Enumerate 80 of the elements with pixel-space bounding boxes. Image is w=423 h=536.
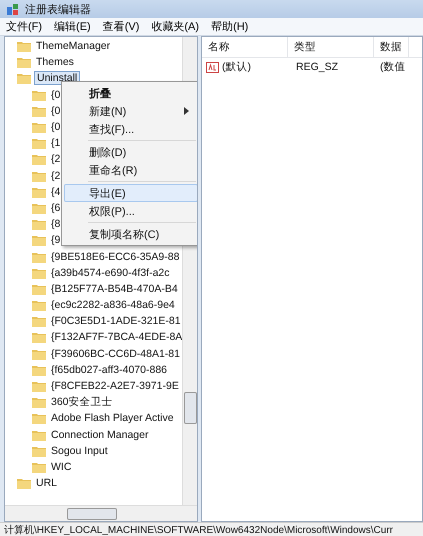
status-bar: 计算机\HKEY_LOCAL_MACHINE\SOFTWARE\Wow6432Node\Microsoft\Windows\Curr [0, 522, 423, 536]
folder-icon [32, 202, 46, 214]
tree-item[interactable]: Sogou Input [32, 442, 110, 459]
tree-item[interactable]: {F132AF7F-7BCA-4EDE-8A [32, 329, 184, 346]
tree-item[interactable]: {0 [32, 86, 62, 103]
folder-icon [32, 266, 46, 279]
folder-icon [32, 170, 46, 182]
menu-item[interactable]: 查找(F)... [64, 120, 197, 138]
folder-icon [32, 331, 46, 344]
tree-item[interactable]: {0 [32, 118, 62, 136]
menu-item[interactable]: 折叠 [64, 84, 197, 102]
folder-icon [17, 40, 31, 52]
tree-item[interactable]: {4 [32, 184, 62, 200]
folder-icon [32, 412, 46, 424]
tree-item[interactable]: {2 [32, 168, 62, 184]
column-header[interactable]: 数据 [374, 37, 409, 57]
folder-icon [32, 428, 46, 441]
window-title: 注册表编辑器 [25, 2, 91, 16]
tree-item[interactable]: Adobe Flash Player Active [32, 410, 176, 426]
menu-item[interactable]: 新建(N) [64, 102, 197, 120]
tree-item[interactable]: {F39606BC-CC6D-48A1-81 [32, 346, 182, 362]
folder-icon [32, 460, 46, 473]
folder-icon [32, 364, 46, 376]
menu-item[interactable]: 重命名(R) [64, 161, 197, 179]
folder-icon [32, 380, 46, 392]
folder-icon [32, 137, 46, 150]
tree-item[interactable]: {2 [32, 151, 62, 168]
table-cell-text: REG_SZ [295, 61, 340, 73]
menu-item[interactable]: 收藏夹(A) [145, 18, 206, 36]
folder-icon [32, 396, 46, 408]
tree-item[interactable]: {ec9c2282-a836-48a6-9e4 [32, 297, 177, 314]
submenu-arrow-icon [184, 107, 189, 115]
menu-item[interactable]: 查看(V) [96, 18, 146, 36]
tree-item[interactable]: ThemeManager [17, 38, 112, 54]
folder-icon [32, 348, 46, 360]
folder-icon [32, 234, 46, 246]
tree-item[interactable]: {9BE518E6-ECC6-35A9-88 [32, 248, 182, 265]
tree-item[interactable]: {0 [32, 102, 62, 119]
menu-item[interactable]: 导出(E) [64, 184, 197, 202]
folder-icon [32, 282, 46, 295]
tree-item[interactable]: {F8CFEB22-A2E7-3971-9E [32, 378, 181, 394]
folder-icon [32, 104, 46, 117]
tree-item[interactable]: Themes [17, 54, 76, 70]
tree-item[interactable]: {8 [32, 216, 62, 232]
tree-item[interactable]: Connection Manager [32, 426, 150, 443]
tree-item[interactable]: {9 [32, 232, 62, 248]
folder-icon [32, 218, 46, 230]
registry-icon [6, 2, 20, 16]
tree-item[interactable]: URL [17, 475, 60, 492]
folder-icon [17, 56, 31, 68]
folder-icon [17, 72, 31, 84]
menu-item[interactable]: 权限(P)... [64, 202, 197, 220]
tree-item[interactable]: 360安全卫士 [32, 394, 115, 410]
column-header[interactable]: 类型 [288, 37, 374, 57]
folder-icon [17, 477, 31, 490]
menu-item[interactable]: 复制项名称(C) [64, 225, 197, 243]
tree-item[interactable]: {f65db027-aff3-4070-886 [32, 362, 169, 378]
horizontal-scrollbar[interactable] [5, 505, 197, 521]
table-cell: (默认) [202, 60, 288, 74]
menu-item[interactable]: 编辑(E) [48, 18, 97, 36]
folder-icon [32, 88, 46, 101]
tree-item[interactable]: {a39b4574-e690-4f3f-a2c [32, 264, 172, 281]
tree-item[interactable]: {6 [32, 200, 62, 216]
folder-icon [32, 250, 46, 263]
folder-icon [32, 186, 46, 198]
folder-icon [32, 444, 46, 457]
tree-item[interactable]: {B125F77A-B54B-470A-B4 [32, 280, 180, 297]
table-cell-text: (数值 [379, 60, 406, 74]
folder-icon [32, 299, 46, 312]
menu-item[interactable]: 删除(D) [64, 143, 197, 161]
folder-icon [32, 153, 46, 166]
tree-item[interactable]: {1 [32, 135, 62, 152]
tree-item[interactable]: WIC [32, 458, 74, 476]
column-header[interactable]: 名称 [202, 37, 288, 57]
string-value-icon [206, 62, 219, 72]
folder-icon [32, 121, 46, 134]
menu-item[interactable]: 帮助(H) [205, 18, 254, 36]
tree-item[interactable]: {F0C3E5D1-1ADE-321E-81 [32, 313, 183, 330]
folder-icon [32, 315, 46, 328]
menu-item[interactable]: 文件(F) [0, 18, 48, 36]
